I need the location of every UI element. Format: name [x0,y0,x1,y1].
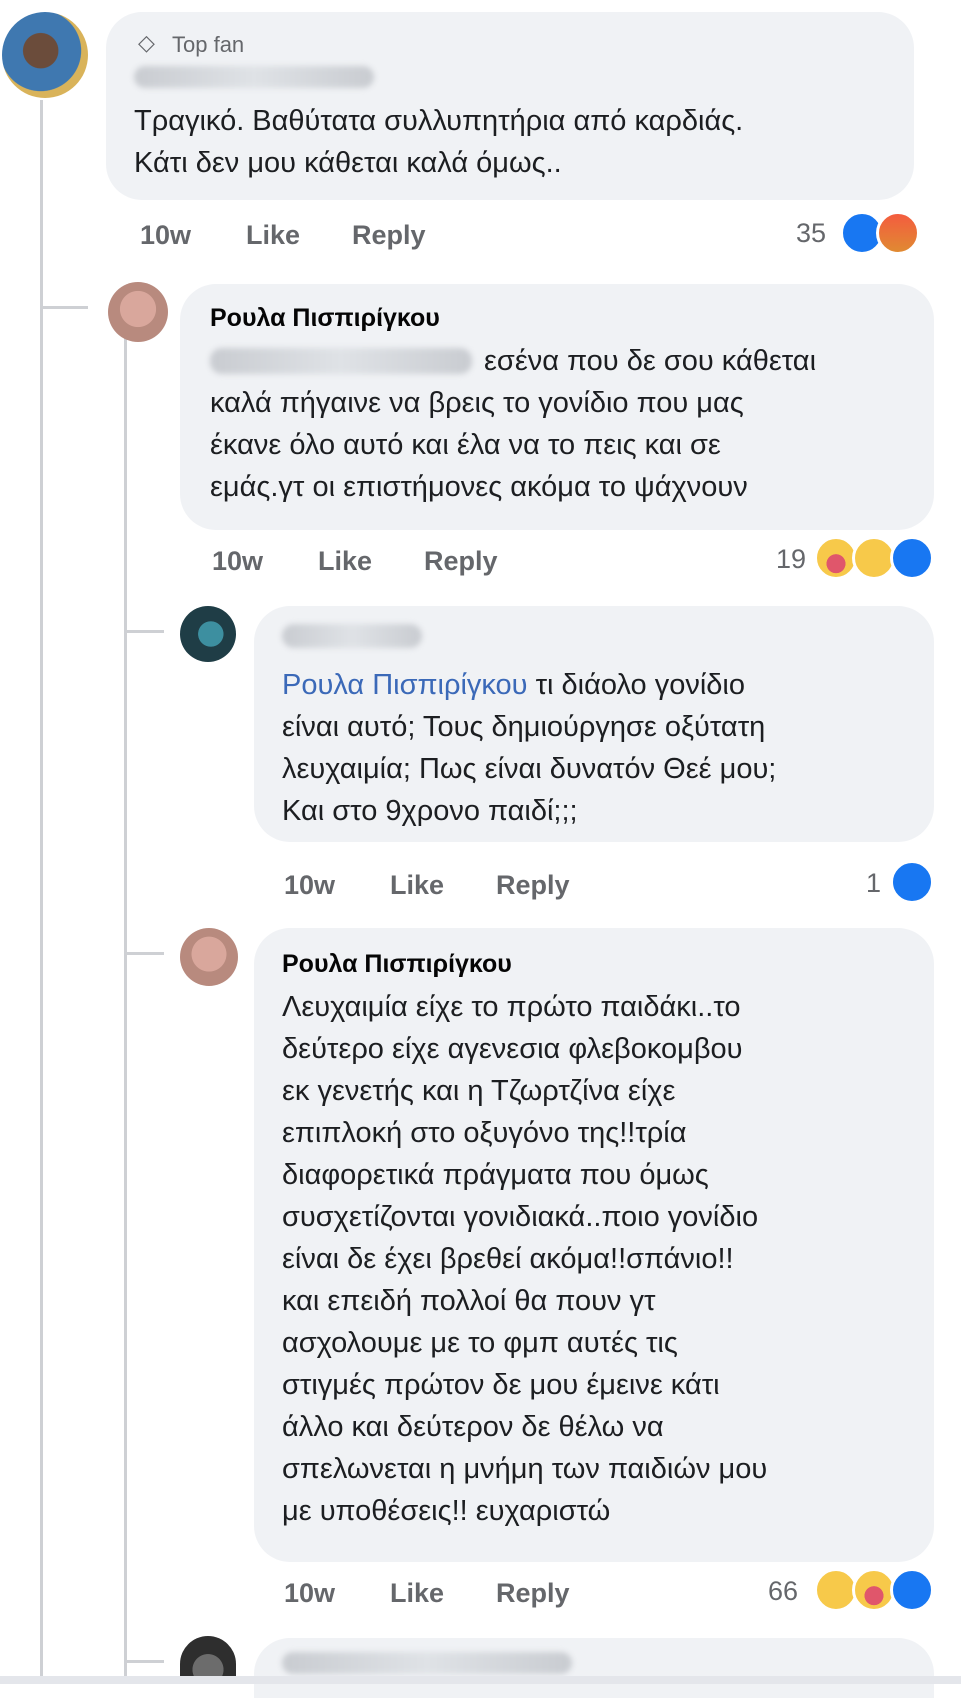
comment-author[interactable]: Ρουλα Πισπιρίγκου [282,950,512,979]
comment-text-line: σπελωνεται η μνήμη των παιδιών μου [282,1453,768,1485]
timestamp[interactable]: 10w [284,1578,335,1609]
comment-text-line: με υποθέσεις!! ευχαριστώ [282,1495,611,1527]
reaction-count[interactable]: 1 [866,868,881,899]
bottom-edge [0,1676,961,1684]
comment-text-line: συσχετίζονται γονιδιακά..ποιο γονίδιο [282,1201,759,1233]
comment-text-line: εκ γενετής και η Τζωρτζίνα είχε [282,1075,676,1107]
comment-text-line: Κάτι δεν μου κάθεται καλά όμως.. [134,147,562,179]
mention-link[interactable]: Ρουλα Πισπιρίγκου [282,669,528,701]
comment-text-line: έκανε όλο αυτό και έλα να το πεις και σε [210,429,721,461]
timestamp[interactable]: 10w [212,546,263,577]
reaction-count[interactable]: 35 [796,218,826,249]
like-button[interactable]: Like [390,870,444,901]
comment-text-line: Τραγικό. Βαθύτατα συλλυπητήρια από καρδι… [134,105,744,137]
comment-text-line: Και στο 9χρονο παιδί;;; [282,795,578,827]
comment-text-line: εμάς.γτ οι επιστήμονες ακόμα το ψάχνουν [210,471,748,503]
comment-author[interactable]: Ρουλα Πισπιρίγκου [210,304,440,333]
like-button[interactable]: Like [246,220,300,251]
comment-text-line: είναι δε έχει βρεθεί ακόμα!!σπάνιο!! [282,1243,734,1275]
comment-text-line: ασχολουμε με το φμπ αυτές τις [282,1327,678,1359]
comment-text-line: δεύτερο είχε αγενεσια φλεβοκομβου [282,1033,743,1065]
redacted-author-name [282,624,422,648]
avatar[interactable] [180,606,236,662]
comment-text-line: Λευχαιμία είχε το πρώτο παιδάκι..το [282,991,741,1023]
thread-line-main [40,100,43,1676]
comment-text-line: εσένα που δε σου κάθεται [484,345,817,377]
reaction-count[interactable]: 19 [776,544,806,575]
redacted-author-name [134,66,374,88]
redacted-author-name [282,1652,572,1674]
like-button[interactable]: Like [318,546,372,577]
like-reaction-icon [890,1568,934,1612]
thread-branch-1 [40,306,88,309]
reply-button[interactable]: Reply [352,220,426,251]
timestamp[interactable]: 10w [140,220,191,251]
comment-text: τι διάολο γονίδιο [527,669,746,701]
reply-button[interactable]: Reply [496,1578,570,1609]
diamond-icon: ◇ [138,30,155,55]
reaction-count[interactable]: 66 [768,1576,798,1607]
comment-text-line: επιπλοκή στο οξυγόνο της!!τρία [282,1117,687,1149]
comment-text-line: διαφορετικά πράγματα που όμως [282,1159,709,1191]
avatar[interactable] [108,282,168,342]
like-reaction-icon [890,860,934,904]
redacted-mention [210,348,472,374]
thread-line-sub [124,320,127,1676]
comment-text-line: λευχαιμία; Πως είναι δυνατόν Θεέ μου; [282,753,777,785]
timestamp[interactable]: 10w [284,870,335,901]
reply-button[interactable]: Reply [496,870,570,901]
like-reaction-icon [890,536,934,580]
comment-text-line: Ρουλα Πισπιρίγκου τι διάολο γονίδιο [282,664,745,706]
like-button[interactable]: Like [390,1578,444,1609]
comment-text-line: στιγμές πρώτον δε μου έμεινε κάτι [282,1369,720,1401]
top-fan-badge: Top fan [172,32,245,57]
comment-text-line: άλλο και δεύτερον δε θέλω να [282,1411,664,1443]
avatar[interactable] [180,928,238,986]
thread-branch-2 [124,630,164,633]
comment-text-line: καλά πήγαινε να βρεις το γονίδιο που μας [210,387,744,419]
angry-reaction-icon [876,211,920,255]
comment-text-line: και επειδή πολλοί θα πουν γτ [282,1285,656,1317]
thread-branch-3 [124,952,164,955]
reply-button[interactable]: Reply [424,546,498,577]
thread-branch-4 [124,1660,164,1663]
avatar[interactable] [2,12,88,98]
comment-text-line: είναι αυτό; Τους δημιούργησε οξύτατη [282,711,766,743]
